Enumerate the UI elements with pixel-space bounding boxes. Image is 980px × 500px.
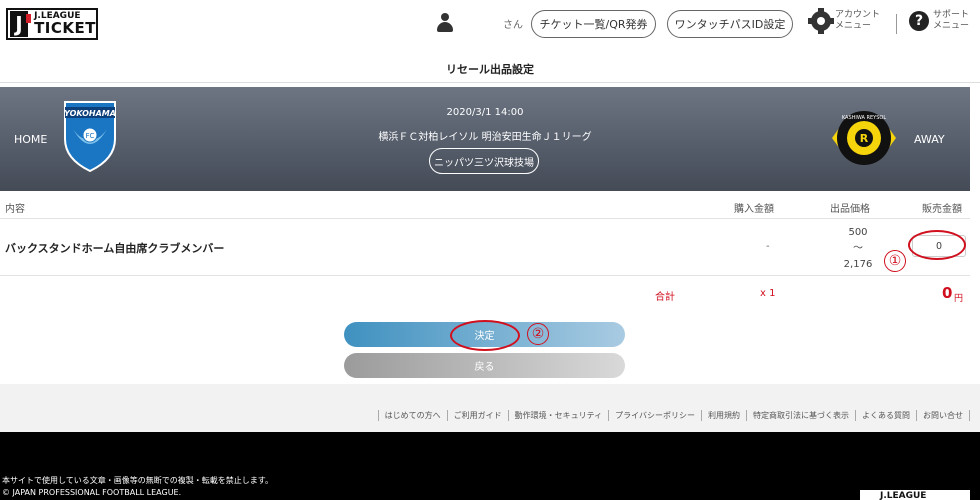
- logo-text: J.LEAGUE TICKET: [34, 12, 96, 36]
- support-menu[interactable]: ? サポート メニュー: [909, 10, 969, 32]
- header-purchase-price: 購入金額: [734, 204, 774, 215]
- footer-links: はじめての方へ ご利用ガイド 動作環境・セキュリティ プライバシーポリシー 利用…: [377, 410, 970, 421]
- annotation-circle-1: [908, 230, 966, 260]
- annotation-circle-2: [450, 320, 520, 351]
- account-menu-line2: メニュー: [835, 21, 872, 31]
- away-label: AWAY: [914, 133, 945, 146]
- footer-link[interactable]: はじめての方へ: [377, 410, 447, 421]
- support-menu-line2: メニュー: [933, 21, 970, 31]
- ticket-item-name: バックスタンドホーム自由席クラブメンバー: [5, 242, 225, 255]
- match-datetime: 2020/3/1 14:00: [446, 107, 524, 118]
- account-menu-line1: アカウント: [835, 10, 881, 20]
- range-min: 500: [848, 227, 868, 238]
- footer-link[interactable]: よくある質問: [855, 410, 916, 421]
- account-menu-label: アカウント メニュー: [835, 10, 880, 32]
- venue-button[interactable]: ニッパツ三ツ沢球技場: [429, 148, 539, 174]
- logo-line2: TICKET: [34, 19, 96, 37]
- range-max: 2,176: [843, 259, 873, 270]
- footer-link[interactable]: お問い合せ: [916, 410, 970, 421]
- header-divider: [896, 14, 897, 34]
- footer: 本サイトで使用している文章・画像等の無断での複製・転載を禁止します。 © JAP…: [0, 432, 980, 500]
- footer-jleague-logo: J.LEAGUE: [860, 490, 970, 500]
- row-divider: [0, 218, 970, 219]
- total-quantity: x 1: [760, 288, 776, 299]
- gear-icon: [808, 8, 834, 34]
- site-header: J J.LEAGUE TICKET さん チケット一覧/QR発券 ワンタッチパス…: [0, 0, 980, 52]
- question-icon: ?: [909, 11, 929, 31]
- support-menu-label: サポート メニュー: [933, 10, 969, 32]
- purchase-price-value: -: [766, 241, 770, 252]
- user-icon: [437, 13, 453, 33]
- header-listing-range: 出品価格: [830, 204, 870, 215]
- footer-link[interactable]: 特定商取引法に基づく表示: [746, 410, 855, 421]
- one-touch-pass-button[interactable]: ワンタッチパスID設定: [667, 10, 793, 38]
- annotation-marker-1: ①: [884, 250, 906, 272]
- support-menu-line1: サポート: [933, 10, 970, 20]
- header-sale-price: 販売金額: [922, 204, 962, 215]
- svg-text:R: R: [860, 132, 869, 145]
- range-separator: 〜: [853, 243, 863, 254]
- account-menu[interactable]: アカウント メニュー: [808, 8, 880, 34]
- ticket-list-button[interactable]: チケット一覧/QR発券: [531, 10, 656, 38]
- footer-link[interactable]: ご利用ガイド: [446, 410, 508, 421]
- footer-notice: 本サイトで使用している文章・画像等の無断での複製・転載を禁止します。: [2, 476, 273, 485]
- match-banner: HOME YOKOHAMA FC 2020/3/1 14:00 横浜ＦＣ対柏レイ…: [0, 87, 970, 191]
- footer-link[interactable]: プライバシーポリシー: [608, 410, 701, 421]
- footer-link[interactable]: 動作環境・セキュリティ: [507, 410, 609, 421]
- row-divider: [0, 275, 970, 276]
- user-name-suffix: さん: [503, 20, 523, 31]
- svg-text:KASHIWA REYSOL: KASHIWA REYSOL: [842, 115, 886, 121]
- back-button[interactable]: 戻る: [344, 353, 625, 378]
- total-amount: 0: [942, 284, 953, 302]
- match-name: 横浜ＦＣ対柏レイソル 明治安田生命Ｊ１リーグ: [378, 132, 592, 143]
- listing-price-range: 500 〜 2,176: [838, 225, 878, 273]
- jleague-logo-icon: J: [10, 11, 32, 37]
- total-currency: 円: [954, 294, 964, 304]
- annotation-marker-2: ②: [527, 323, 549, 345]
- kashiwa-reysol-crest-icon: R KASHIWA REYSOL: [832, 111, 896, 165]
- footer-links-area: はじめての方へ ご利用ガイド 動作環境・セキュリティ プライバシーポリシー 利用…: [0, 384, 980, 432]
- footer-copyright: © JAPAN PROFESSIONAL FOOTBALL LEAGUE.: [2, 488, 182, 497]
- jleague-ticket-logo[interactable]: J J.LEAGUE TICKET: [6, 8, 98, 40]
- total-label: 合計: [655, 292, 675, 303]
- footer-link[interactable]: 利用規約: [701, 410, 746, 421]
- page-title: リセール出品設定: [0, 55, 980, 83]
- header-content: 内容: [5, 204, 25, 215]
